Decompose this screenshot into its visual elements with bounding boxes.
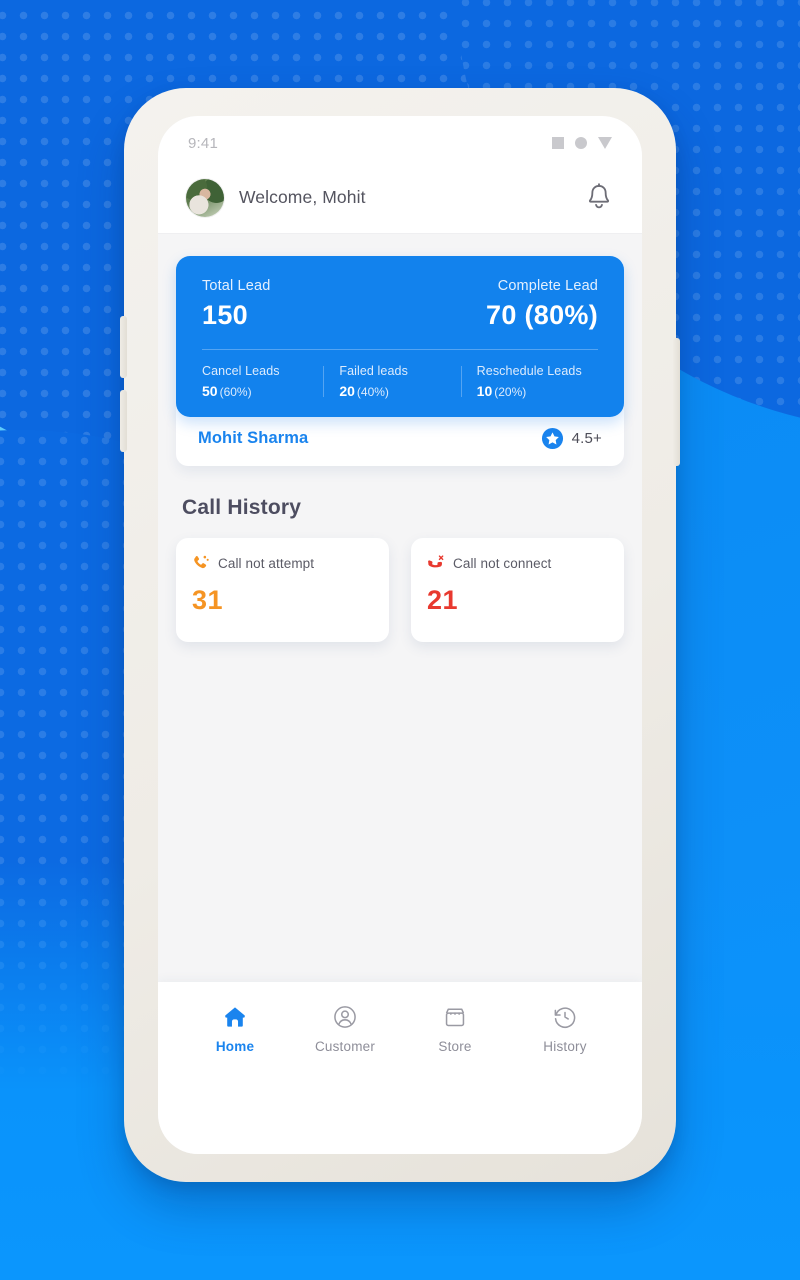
call-not-connect-value: 21: [427, 585, 459, 615]
app-header: Welcome, Mohit: [158, 162, 642, 234]
stats-divider: [202, 349, 598, 350]
nav-item-customer[interactable]: Customer: [290, 1004, 400, 1054]
nav-label-store: Store: [438, 1039, 472, 1054]
call-not-attempt-value: 31: [192, 585, 224, 615]
lead-breakdown-row: Cancel Leads 50 (60%) Failed leads 20 (40%…: [202, 364, 598, 399]
total-lead-stat: Total Lead 150: [202, 278, 400, 331]
triangle-down-icon: [598, 137, 612, 149]
user-circle-icon: [334, 1006, 356, 1028]
nav-label-customer: Customer: [314, 1039, 376, 1054]
failed-leads-label: Failed leads: [339, 364, 408, 378]
total-lead-value: 150: [202, 300, 248, 330]
lead-stats-card: Total Lead 150 Complete Lead 70 (80%) Ca…: [176, 256, 624, 417]
call-not-connect-label: Call not connect: [453, 556, 552, 571]
power-button[interactable]: [673, 338, 680, 466]
profile-name: Mohit Sharma: [198, 429, 309, 447]
nav-item-history[interactable]: History: [510, 1004, 620, 1054]
reschedule-leads-label: Reschedule Leads: [476, 364, 582, 378]
call-not-attempt-head: Call not attempt: [192, 554, 373, 573]
status-clock: 9:41: [188, 134, 218, 152]
call-history-title: Call History: [182, 496, 302, 519]
home-icon: [225, 1007, 245, 1027]
failed-leads-stat: Failed leads 20 (40%): [323, 364, 460, 399]
nav-item-store[interactable]: Store: [400, 1004, 510, 1054]
call-not-attempt-label: Call not attempt: [218, 556, 315, 571]
failed-leads-value: 20 (40%): [339, 383, 450, 399]
bottom-navigation: Home Customer Store History: [158, 982, 642, 1154]
store-icon: [445, 1008, 465, 1027]
screen-body: Total Lead 150 Complete Lead 70 (80%) Ca…: [158, 234, 642, 982]
nav-label-home: Home: [215, 1039, 255, 1054]
reschedule-leads-percent: (20%): [494, 385, 527, 399]
bell-icon: [588, 182, 610, 208]
failed-leads-percent: (40%): [356, 385, 389, 399]
status-system-icons: [552, 137, 612, 149]
cancel-leads-percent: (60%): [219, 385, 252, 399]
cancel-leads-label: Cancel Leads: [202, 364, 280, 378]
call-not-connect-head: Call not connect: [427, 554, 608, 573]
call-not-attempt-card[interactable]: Call not attempt 31: [176, 538, 389, 642]
reschedule-leads-value: 10 (20%): [477, 383, 588, 399]
reschedule-leads-number: 10: [476, 383, 493, 399]
nav-label-history: History: [543, 1039, 587, 1054]
square-icon: [552, 137, 564, 149]
phone-mockup: 9:41 Welcome, Mohit Total Lead 150 Compl…: [120, 88, 680, 1182]
lead-stats-top-row: Total Lead 150 Complete Lead 70 (80%): [202, 278, 598, 331]
cancel-leads-number: 50: [202, 383, 218, 399]
phone-screen: 9:41 Welcome, Mohit Total Lead 150 Compl…: [158, 116, 642, 1154]
call-not-connect-card[interactable]: Call not connect 21: [411, 538, 624, 642]
avatar[interactable]: [186, 178, 224, 217]
reschedule-leads-stat: Reschedule Leads 10 (20%): [460, 364, 598, 399]
welcome-greeting: Welcome, Mohit: [239, 187, 366, 207]
rating-group: 4.5+: [541, 427, 602, 450]
star-badge-icon: [541, 427, 563, 450]
volume-down-button[interactable]: [120, 390, 127, 452]
rating-value: 4.5+: [571, 430, 602, 447]
failed-leads-number: 20: [339, 383, 355, 399]
notification-button[interactable]: [584, 182, 614, 214]
cancel-leads-stat: Cancel Leads 50 (60%): [202, 364, 323, 399]
call-disconnected-icon: [428, 555, 444, 568]
complete-lead-stat: Complete Lead 70 (80%): [400, 278, 598, 331]
complete-lead-label: Complete Lead: [497, 278, 598, 294]
call-history-cards: Call not attempt 31 Call not connect 21: [176, 538, 624, 642]
missed-call-icon: [194, 555, 209, 569]
volume-up-button[interactable]: [120, 316, 127, 378]
total-lead-label: Total Lead: [202, 278, 271, 294]
lead-summary-section: Total Lead 150 Complete Lead 70 (80%) Ca…: [176, 256, 624, 466]
status-bar: 9:41: [158, 116, 642, 162]
complete-lead-value: 70 (80%): [486, 300, 598, 330]
cancel-leads-value: 50 (60%): [202, 383, 313, 399]
nav-item-home[interactable]: Home: [180, 1004, 290, 1054]
circle-icon: [575, 137, 587, 149]
clock-history-icon: [554, 1007, 576, 1028]
